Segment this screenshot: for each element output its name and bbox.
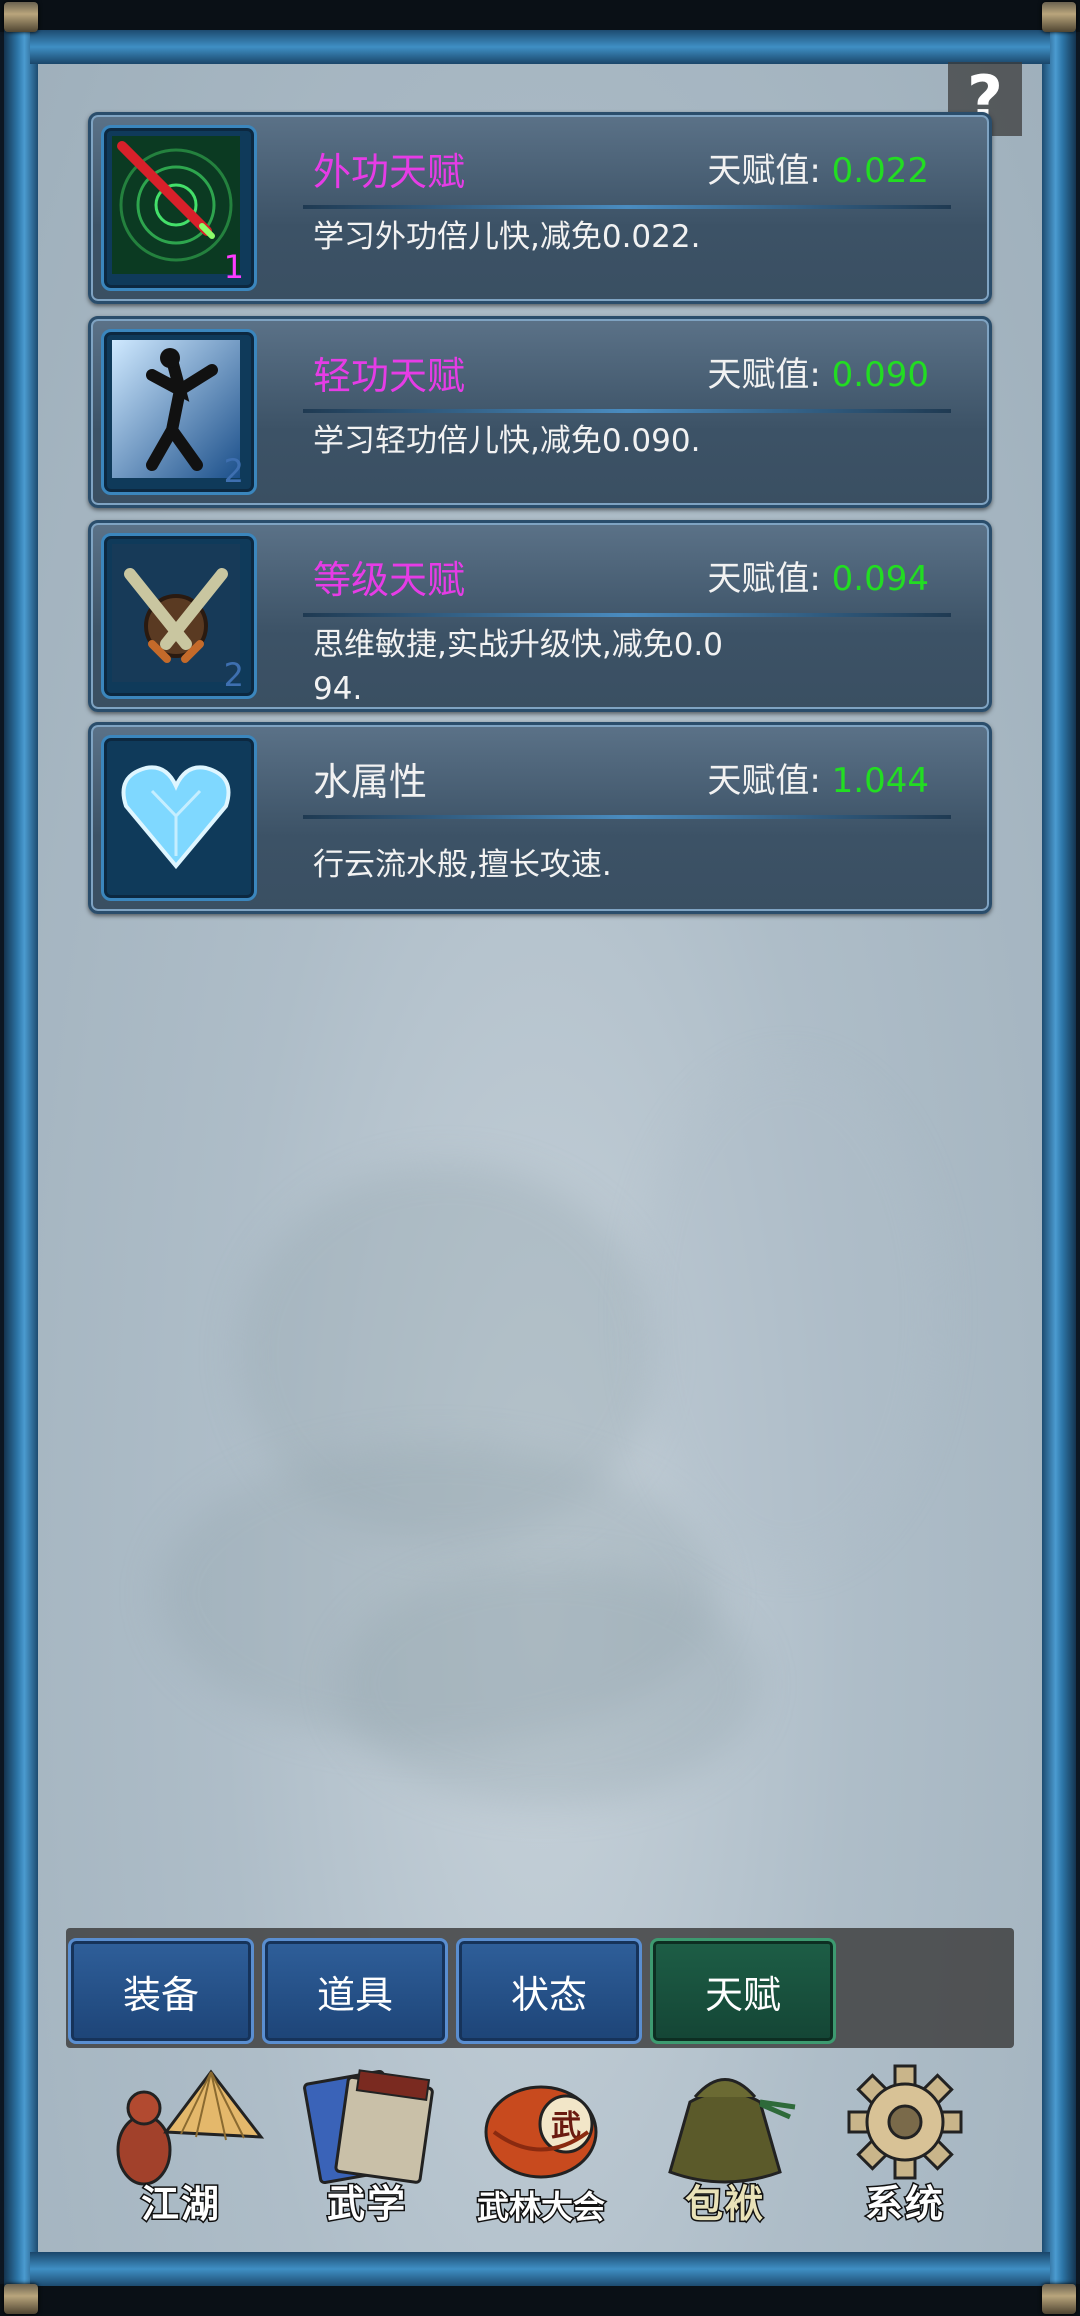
nav-martial-arts-button[interactable]: 武学 [282, 2062, 452, 2232]
nav-jianghu-button[interactable]: 江湖 [96, 2062, 266, 2232]
nav-bag-button[interactable]: 包袱 [640, 2062, 810, 2232]
talent-card[interactable]: 水属性 天赋值: 1.044 行云流水般,擅长攻速. [88, 722, 992, 914]
bottom-edge [0, 2284, 1080, 2316]
talent-value: 天赋值: 0.090 [707, 347, 929, 396]
scroll-border-left [4, 30, 38, 2286]
corner-post-top-left [4, 2, 38, 32]
talent-level: 2 [223, 656, 244, 694]
talent-icon-frame [101, 735, 257, 901]
nav-martial-conference-button[interactable]: 武 武林大会 [456, 2062, 626, 2232]
tab-items[interactable]: 道具 [262, 1938, 448, 2044]
talent-value-number: 0.090 [831, 355, 929, 395]
talent-divider [303, 409, 951, 413]
talent-value-label: 天赋值: [707, 355, 821, 395]
war-drum-icon: 武 [484, 2085, 598, 2179]
top-edge [0, 0, 1080, 32]
corner-post-bottom-left [4, 2284, 38, 2314]
corner-post-bottom-right [1042, 2284, 1076, 2314]
talent-divider [303, 613, 951, 617]
talent-value-label: 天赋值: [707, 151, 821, 191]
talent-description: 学习轻功倍儿快,减免0.090. [313, 423, 701, 459]
talent-card[interactable]: 1 外功天赋 天赋值: 0.022 学习外功倍儿快,减免0.022. [88, 112, 992, 304]
talent-level: 1 [223, 248, 244, 286]
talent-value-label: 天赋值: [707, 559, 821, 599]
scroll-border-right [1042, 30, 1076, 2286]
tab-status[interactable]: 状态 [456, 1938, 642, 2044]
talent-value-number: 0.094 [831, 559, 929, 599]
talent-value-number: 0.022 [831, 151, 929, 191]
category-tab-bar: 装备 道具 状态 天赋 [66, 1928, 1014, 2048]
talent-description: 行云流水般,擅长攻速. [313, 847, 612, 883]
talent-divider [303, 815, 951, 819]
scroll-border-top [30, 30, 1050, 64]
talent-name: 等级天赋 [313, 558, 466, 602]
talent-name: 水属性 [313, 760, 428, 804]
tab-equipment[interactable]: 装备 [68, 1938, 254, 2044]
talent-description: 思维敏捷,实战升级快,减免0.094. [313, 627, 724, 707]
talent-card[interactable]: 2 轻功天赋 天赋值: 0.090 学习轻功倍儿快,减免0.090. [88, 316, 992, 508]
nav-system-button[interactable]: 系统 [820, 2062, 990, 2232]
talent-divider [303, 205, 951, 209]
scroll-border-bottom [30, 2252, 1050, 2286]
talent-card[interactable]: 2 等级天赋 天赋值: 0.094 思维敏捷,实战升级快,减免0.094. [88, 520, 992, 712]
talent-name: 外功天赋 [313, 150, 466, 194]
talent-value-number: 1.044 [831, 761, 929, 801]
talent-icon-frame: 2 [101, 329, 257, 495]
talent-value: 天赋值: 1.044 [707, 753, 929, 802]
talent-level: 2 [223, 452, 244, 490]
talent-value: 天赋值: 0.022 [707, 143, 929, 192]
corner-post-top-right [1042, 2, 1076, 32]
talent-icon-frame: 1 [101, 125, 257, 291]
talent-icon-frame: 2 [101, 533, 257, 699]
talent-value: 天赋值: 0.094 [707, 551, 929, 600]
talent-name: 轻功天赋 [313, 354, 466, 398]
tab-talent[interactable]: 天赋 [650, 1938, 836, 2044]
talent-value-label: 天赋值: [707, 761, 821, 801]
talent-description: 学习外功倍儿快,减免0.022. [313, 219, 701, 255]
